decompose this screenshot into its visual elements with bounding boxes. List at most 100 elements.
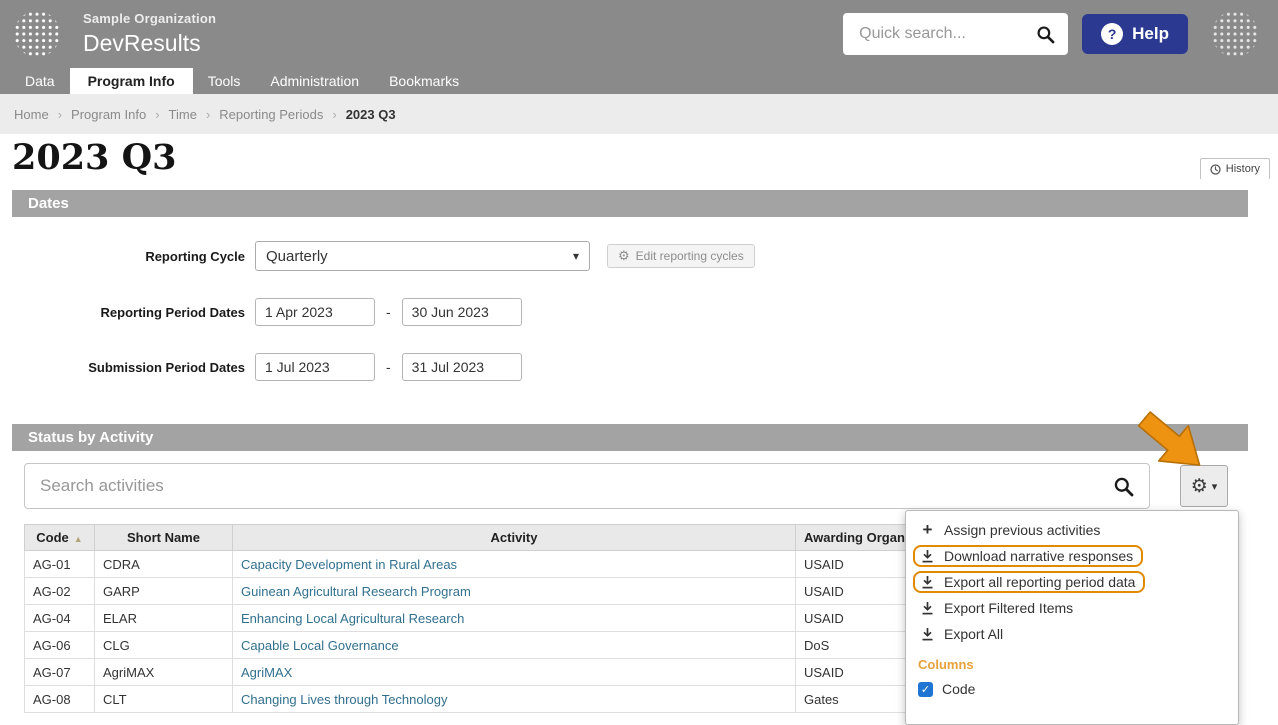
reporting-period-end-input[interactable]: [401, 298, 522, 326]
globe-icon: [1212, 11, 1258, 57]
activity-cell: Changing Lives through Technology: [232, 685, 796, 713]
app-header: Sample Organization DevResults Help Data…: [0, 0, 1278, 94]
column-header-activity[interactable]: Activity: [232, 524, 796, 551]
edit-cycles-label: Edit reporting cycles: [635, 249, 744, 263]
clock-icon: [1210, 163, 1221, 175]
history-label: History: [1225, 163, 1260, 175]
quick-search-box: [843, 13, 1069, 55]
activity-cell: Enhancing Local Agricultural Research: [232, 604, 796, 632]
code-cell: AG-04: [24, 604, 95, 632]
columns-heading: Columns: [918, 657, 974, 672]
short-name-cell: CDRA: [94, 550, 233, 578]
column-header-code[interactable]: Code: [24, 524, 95, 551]
dates-section-header: Dates: [12, 190, 1248, 217]
chevron-right-icon: [58, 107, 62, 122]
activity-cell: Capacity Development in Rural Areas: [232, 550, 796, 578]
activity-link[interactable]: Capacity Development in Rural Areas: [241, 557, 457, 572]
breadcrumb-home[interactable]: Home: [14, 107, 49, 122]
main-nav: Data Program Info Tools Administration B…: [0, 68, 1278, 94]
breadcrumb: Home Program Info Time Reporting Periods…: [0, 94, 1278, 134]
tab-administration[interactable]: Administration: [255, 68, 374, 94]
reporting-cycle-select[interactable]: Quarterly: [255, 241, 590, 271]
app-name: DevResults: [83, 30, 201, 56]
short-name-cell: ELAR: [94, 604, 233, 632]
download-icon: [920, 549, 935, 563]
reporting-cycle-label: Reporting Cycle: [145, 248, 245, 264]
reporting-cycle-value: Quarterly: [266, 247, 328, 265]
breadcrumb-reporting-periods[interactable]: Reporting Periods: [219, 107, 323, 122]
sort-asc-icon: [74, 534, 83, 544]
download-icon: [920, 601, 935, 615]
breadcrumb-time[interactable]: Time: [169, 107, 197, 122]
status-section-header: Status by Activity: [12, 424, 1248, 451]
dates-section: Dates Reporting Cycle Quarterly Edit rep…: [12, 190, 1248, 395]
menu-item-export-all[interactable]: Export All: [906, 621, 1238, 647]
activities-search-input[interactable]: [40, 476, 1113, 496]
chevron-right-icon: [332, 107, 336, 122]
date-range-separator: -: [386, 359, 391, 375]
org-name: Sample Organization: [83, 11, 217, 26]
menu-item-export-all-reporting-period-data[interactable]: Export all reporting period data: [906, 569, 1238, 595]
menu-item-export-filtered-items[interactable]: Export Filtered Items: [906, 595, 1238, 621]
chevron-right-icon: [206, 107, 210, 122]
code-cell: AG-02: [24, 577, 95, 605]
quick-search-input[interactable]: [859, 25, 1037, 43]
tab-bookmarks[interactable]: Bookmarks: [374, 68, 474, 94]
short-name-cell: AgriMAX: [94, 658, 233, 686]
submission-period-label: Submission Period Dates: [88, 359, 245, 375]
chevron-down-icon: [573, 249, 579, 263]
activity-link[interactable]: Enhancing Local Agricultural Research: [241, 611, 464, 626]
download-icon: [920, 575, 935, 589]
menu-item-assign-previous-activities[interactable]: Assign previous activities: [906, 517, 1238, 543]
help-button[interactable]: Help: [1082, 14, 1188, 54]
gear-icon: [1191, 475, 1208, 498]
status-section-title: Status by Activity: [28, 429, 154, 446]
edit-reporting-cycles-button[interactable]: Edit reporting cycles: [607, 244, 755, 268]
short-name-cell: CLT: [94, 685, 233, 713]
activity-link[interactable]: AgriMAX: [241, 665, 292, 680]
tab-tools[interactable]: Tools: [193, 68, 256, 94]
short-name-cell: GARP: [94, 577, 233, 605]
activity-cell: Guinean Agricultural Research Program: [232, 577, 796, 605]
gear-icon: [618, 248, 630, 264]
date-range-separator: -: [386, 304, 391, 320]
dates-section-title: Dates: [28, 195, 69, 212]
orange-highlight-outline: Export all reporting period data: [913, 571, 1146, 593]
code-cell: AG-01: [24, 550, 95, 578]
table-options-gear-button[interactable]: [1180, 465, 1228, 507]
activity-cell: Capable Local Governance: [232, 631, 796, 659]
code-cell: AG-08: [24, 685, 95, 713]
search-icon[interactable]: [1036, 25, 1055, 44]
tab-data[interactable]: Data: [10, 68, 70, 94]
reporting-period-start-input[interactable]: [255, 298, 375, 326]
submission-period-start-input[interactable]: [255, 353, 375, 381]
breadcrumb-current: 2023 Q3: [345, 106, 396, 122]
plus-icon: [920, 523, 935, 537]
activity-link[interactable]: Changing Lives through Technology: [241, 692, 447, 707]
breadcrumb-program-info[interactable]: Program Info: [71, 107, 146, 122]
help-label: Help: [1132, 24, 1169, 43]
devresults-logo-icon: [14, 11, 60, 57]
help-icon: [1101, 23, 1124, 45]
menu-item-download-narrative-responses[interactable]: Download narrative responses: [906, 543, 1238, 569]
chevron-down-icon: [1212, 480, 1218, 493]
chevron-right-icon: [155, 107, 159, 122]
checkbox-checked-icon[interactable]: [918, 681, 933, 697]
user-globe-button[interactable]: [1212, 11, 1258, 57]
download-icon: [920, 627, 935, 641]
tab-program-info[interactable]: Program Info: [69, 68, 193, 94]
code-cell: AG-07: [24, 658, 95, 686]
code-cell: AG-06: [24, 631, 95, 659]
orange-highlight-outline: Download narrative responses: [913, 545, 1144, 567]
history-button[interactable]: History: [1199, 158, 1270, 179]
short-name-cell: CLG: [94, 631, 233, 659]
column-option-code[interactable]: Code: [906, 674, 1238, 697]
activity-link[interactable]: Capable Local Governance: [241, 638, 399, 653]
reporting-period-label: Reporting Period Dates: [100, 304, 245, 320]
activities-search-box: [24, 463, 1150, 509]
activity-link[interactable]: Guinean Agricultural Research Program: [241, 584, 471, 599]
submission-period-end-input[interactable]: [401, 353, 522, 381]
column-header-short-name[interactable]: Short Name: [94, 524, 233, 551]
search-icon[interactable]: [1113, 476, 1134, 497]
brand-block: Sample Organization DevResults: [83, 11, 216, 57]
